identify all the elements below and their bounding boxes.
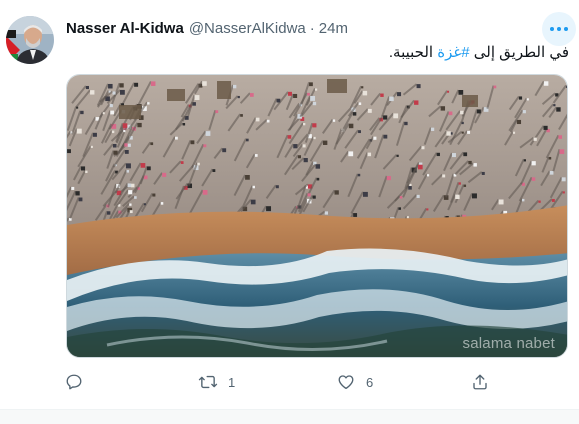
retweet-count: 1 — [228, 374, 236, 390]
avatar[interactable] — [6, 16, 54, 64]
reply-icon — [58, 366, 90, 398]
more-icon-dot — [564, 27, 568, 31]
retweet-icon — [192, 366, 224, 398]
tweet[interactable]: Nasser Al-Kidwa @NasserAlKidwa · 24m في … — [0, 0, 579, 410]
retweet-button[interactable]: 1 — [192, 366, 235, 398]
share-button[interactable] — [464, 366, 496, 398]
beach-aerial-image — [67, 75, 567, 357]
tweet-text: في الطريق إلى #غزة الحبيبة. — [389, 43, 569, 63]
more-icon-dot — [557, 27, 561, 31]
like-button[interactable]: 6 — [330, 366, 373, 398]
photo-watermark: salama nabet — [462, 335, 555, 352]
user-handle[interactable]: @NasserAlKidwa — [189, 20, 306, 37]
like-count: 6 — [366, 374, 374, 390]
tweet-photo[interactable]: salama nabet — [66, 74, 568, 358]
tweet-actions: 1 6 — [58, 366, 498, 398]
separator-dot: · — [309, 19, 315, 37]
display-name[interactable]: Nasser Al-Kidwa — [66, 20, 184, 37]
tweet-text-end: الحبيبة. — [388, 44, 438, 61]
more-options-button[interactable] — [542, 12, 576, 46]
hashtag-link[interactable]: #غزة — [437, 44, 469, 61]
more-icon-dot — [550, 27, 554, 31]
heart-icon — [330, 366, 362, 398]
avatar-image — [6, 16, 54, 64]
timeline-divider — [0, 410, 579, 424]
tweet-text-start: في الطريق إلى — [469, 44, 569, 61]
share-icon — [464, 366, 496, 398]
timestamp[interactable]: 24m — [319, 20, 348, 37]
tweet-header: Nasser Al-Kidwa @NasserAlKidwa · 24m — [66, 18, 348, 38]
reply-button[interactable] — [58, 366, 94, 398]
